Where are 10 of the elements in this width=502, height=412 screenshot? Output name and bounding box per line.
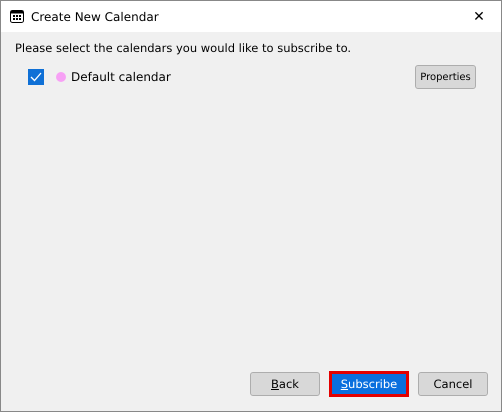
properties-button[interactable]: Properties (415, 65, 476, 89)
instruction-text: Please select the calendars you would like to subscribe to. (15, 41, 352, 55)
close-button[interactable]: ✕ (457, 1, 501, 32)
dialog-button[interactable]: Cancel (418, 372, 488, 396)
calendar-icon (10, 10, 24, 23)
subscribe-button[interactable]: Subscribe (332, 374, 406, 394)
window-title: Create New Calendar (31, 10, 160, 24)
checkbox[interactable] (28, 69, 44, 85)
calendar-name: Default calendar (71, 70, 171, 84)
dialog-button[interactable]: Back (250, 372, 320, 396)
